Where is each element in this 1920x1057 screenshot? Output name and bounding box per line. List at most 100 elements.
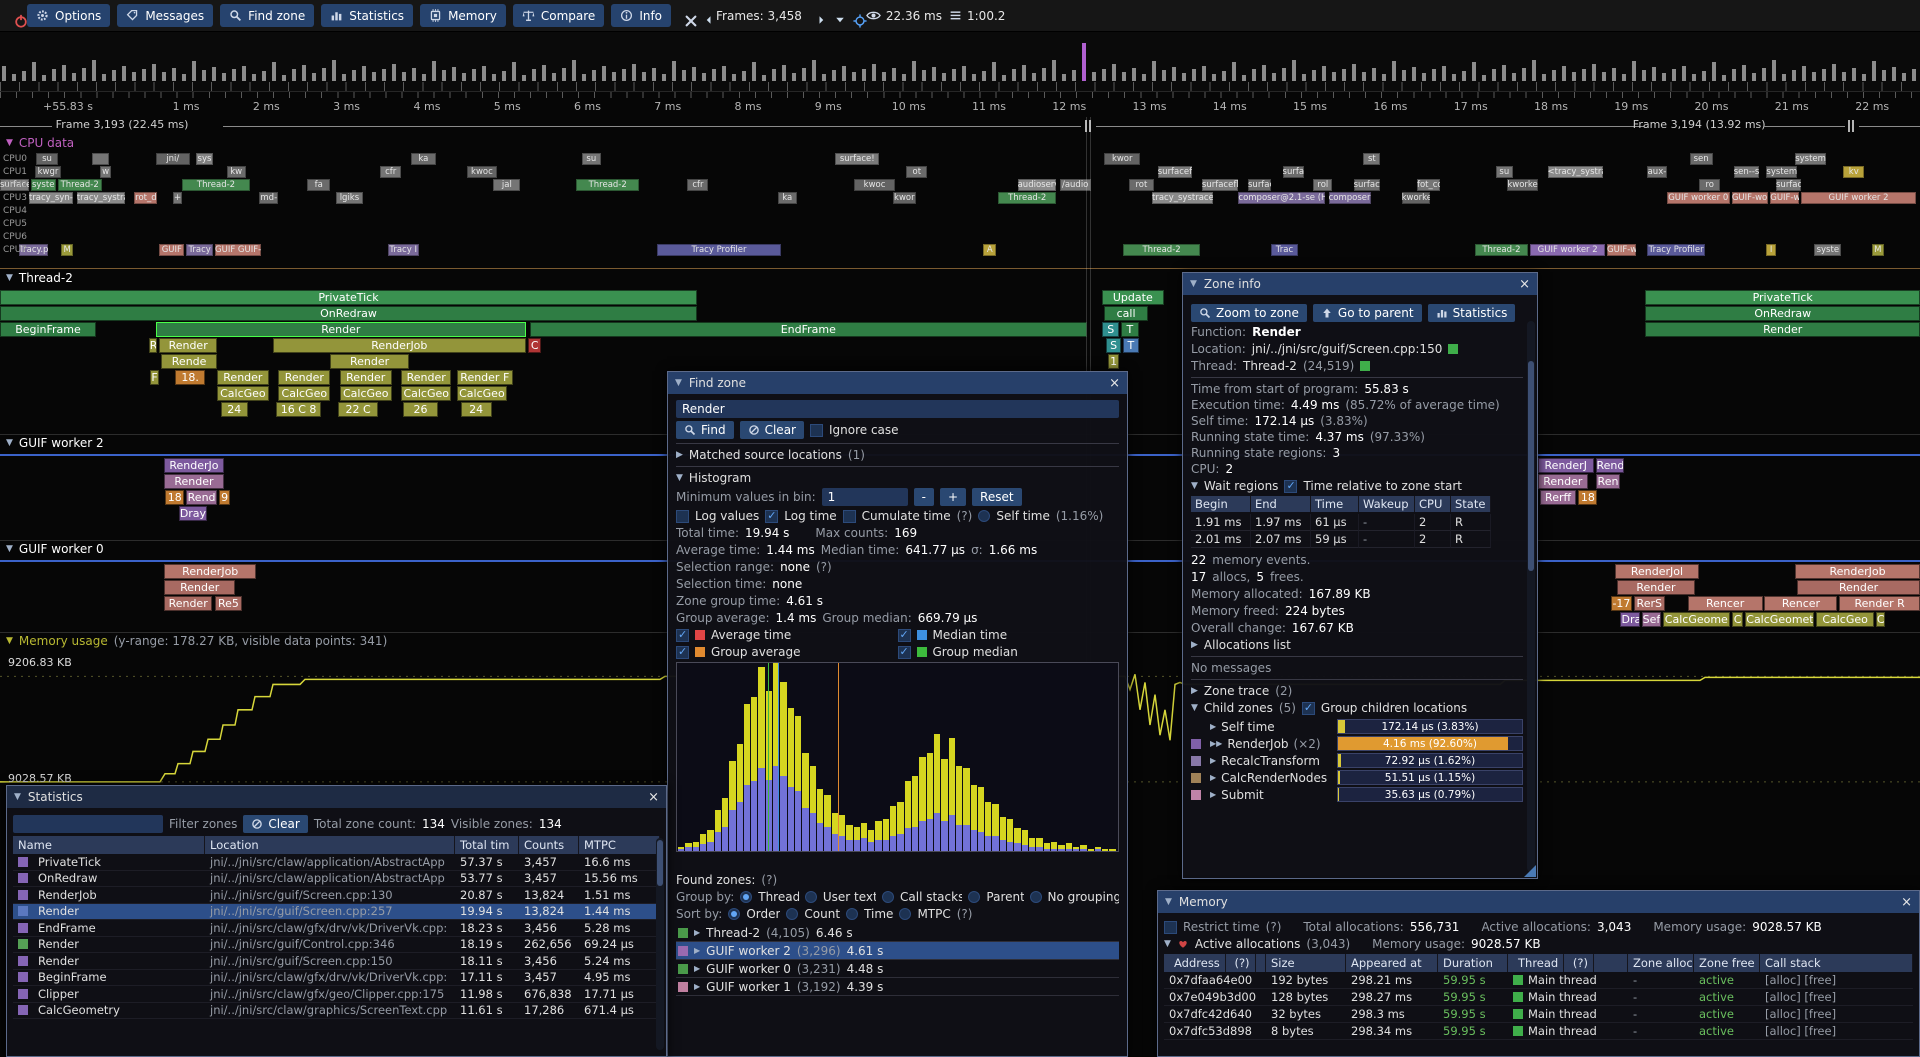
child-zone-row[interactable]: CalcRenderNodes 51.51 µs (1.15%) — [1191, 769, 1523, 786]
next-frame-button[interactable] — [809, 11, 821, 21]
cpu-zone[interactable]: surface! — [835, 153, 879, 165]
cpu-zone[interactable]: fa — [307, 179, 330, 191]
radio-icon[interactable] — [882, 891, 894, 903]
frame-time-bar[interactable] — [1772, 60, 1776, 81]
frame-time-bar[interactable] — [1402, 70, 1406, 81]
frame-time-bar[interactable] — [482, 66, 486, 81]
frame-label[interactable]: Frame 3,194 (13.92 ms) — [1633, 118, 1766, 131]
timeline-zone[interactable]: C — [1732, 612, 1744, 627]
frame-time-bar[interactable] — [1482, 75, 1486, 81]
frame-time-bar[interactable] — [1342, 69, 1346, 81]
radio-icon[interactable] — [786, 908, 798, 920]
scrollbar[interactable] — [656, 838, 664, 1050]
frame-time-bar[interactable] — [1552, 70, 1556, 81]
frame-time-bar[interactable] — [1912, 69, 1916, 81]
frame-time-bar[interactable] — [1392, 61, 1396, 81]
frame-time-bar[interactable] — [1262, 65, 1266, 81]
frame-time-bar[interactable] — [782, 65, 786, 81]
collapse-icon[interactable] — [6, 545, 13, 554]
timeline-zone[interactable]: PrivateTick — [1645, 290, 1920, 305]
search-input[interactable] — [676, 400, 1119, 418]
frame-time-bar[interactable] — [922, 70, 926, 81]
column-header[interactable]: Begin — [1191, 496, 1251, 512]
frame-time-bar[interactable] — [842, 66, 846, 81]
frame-time-bar[interactable] — [1142, 74, 1146, 81]
frame-time-bar[interactable] — [42, 75, 46, 81]
cpu-zone[interactable]: rol — [1313, 179, 1332, 191]
cpu-zone[interactable]: Thread-2 — [576, 179, 639, 191]
cpu-zone[interactable]: Tracy Profiler — [1647, 244, 1705, 256]
cpu-zone[interactable]: ro — [1699, 179, 1720, 191]
column-header-call-stack[interactable]: Call stack — [1760, 954, 1913, 972]
statistics-row[interactable]: RenderJob jni/../jni/src/guif/Screen.cpp… — [13, 887, 660, 904]
frame-time-bar[interactable] — [1872, 61, 1876, 81]
close-icon[interactable]: × — [1901, 896, 1912, 909]
frame-time-bar[interactable] — [1722, 75, 1726, 81]
close-icon[interactable]: × — [1519, 278, 1530, 291]
timeline-zone[interactable]: 26 — [403, 402, 438, 417]
frame-time-bar[interactable] — [1582, 69, 1586, 81]
timeline-zone[interactable]: RenderJo — [164, 458, 224, 473]
radio-icon[interactable] — [728, 908, 740, 920]
frame-time-bar[interactable] — [1092, 72, 1096, 81]
close-icon[interactable]: × — [648, 791, 659, 804]
child-zone-row[interactable]: RecalcTransform 72.92 µs (1.62%) — [1191, 752, 1523, 769]
frame-time-bar[interactable] — [292, 69, 296, 81]
cpu-zone[interactable]: aux- — [1647, 166, 1666, 178]
cpu-zone[interactable]: su — [36, 153, 57, 165]
frame-time-bar[interactable] — [1622, 74, 1626, 81]
allocation-row[interactable]: 0x7dfc42d640 32 bytes 298.3 ms 59.95 s M… — [1164, 1006, 1913, 1023]
histogram-section-header[interactable]: Histogram — [676, 471, 1119, 485]
frame-time-bar[interactable] — [502, 71, 506, 81]
frame-time-bar[interactable] — [1232, 62, 1236, 81]
frame-time-bar[interactable] — [1882, 70, 1886, 81]
cpu-zone[interactable]: Thread-2 — [998, 192, 1056, 204]
goto-frame-button[interactable] — [847, 11, 859, 21]
collapse-icon[interactable] — [1191, 704, 1198, 713]
frame-time-bar[interactable] — [1322, 66, 1326, 81]
cpu-zone[interactable]: kw — [227, 166, 246, 178]
timeline-zone[interactable]: RenderJob — [1795, 564, 1920, 579]
frame-time-bar[interactable] — [1352, 64, 1356, 81]
frame-time-bar[interactable] — [1712, 62, 1716, 81]
child-zone-row[interactable]: Self time 172.14 µs (3.83%) — [1191, 718, 1523, 735]
column-header-size[interactable]: Size — [1266, 954, 1346, 972]
frame-time-bar[interactable] — [1602, 72, 1606, 81]
frame-time-bar[interactable] — [1682, 66, 1686, 81]
matched-locations-header[interactable]: Matched source locations(1) — [676, 448, 1119, 462]
cpu-zone[interactable]: rot_d — [134, 192, 157, 204]
frame-time-bar[interactable] — [1182, 73, 1186, 81]
frame-time-bar[interactable] — [1242, 75, 1246, 81]
frame-time-bar[interactable] — [1892, 67, 1896, 81]
cpu-zone[interactable]: sen--sis — [1734, 166, 1759, 178]
timeline-zone[interactable]: Render — [164, 596, 212, 611]
find-button[interactable]: Find — [676, 421, 734, 439]
frame-time-bar[interactable] — [1492, 69, 1496, 81]
frame-time-bar[interactable] — [1832, 64, 1836, 81]
column-header-appeared[interactable]: Appeared at — [1346, 954, 1438, 972]
frame-time-bar[interactable] — [1592, 64, 1596, 81]
frame-time-bar[interactable] — [642, 72, 646, 81]
timeline-zone[interactable]: Rencer — [1764, 596, 1837, 611]
frame-time-bar[interactable] — [1312, 70, 1316, 81]
cpu-zone[interactable]: rot — [1129, 179, 1154, 191]
frame-time-bar[interactable] — [872, 64, 876, 81]
group-by-option[interactable]: Call stacks — [882, 890, 962, 904]
frame-time-bar[interactable] — [92, 60, 96, 81]
timeline-zone[interactable]: Dray — [179, 506, 208, 521]
cpu-zone[interactable]: jal — [493, 179, 520, 191]
tools-button[interactable] — [678, 11, 690, 21]
frame-time-bar[interactable] — [52, 69, 56, 81]
frame-time-bar[interactable] — [232, 69, 236, 81]
frame-time-bar[interactable] — [652, 68, 656, 81]
cpu-zone[interactable]: M — [61, 244, 73, 256]
radio-icon[interactable] — [846, 908, 858, 920]
group-by-option[interactable]: User text — [805, 890, 876, 904]
frame-time-bar[interactable] — [712, 69, 716, 81]
sort-by-option[interactable]: Time — [846, 907, 893, 921]
timeline-zone[interactable]: RenderJob — [164, 564, 256, 579]
cpu-data-header[interactable]: CPU data — [6, 136, 74, 150]
frame-time-bar[interactable] — [112, 70, 116, 81]
cpu-zone[interactable]: tracy_systrace — [77, 192, 125, 204]
timeline-zone[interactable]: CalcGeo — [457, 386, 507, 401]
